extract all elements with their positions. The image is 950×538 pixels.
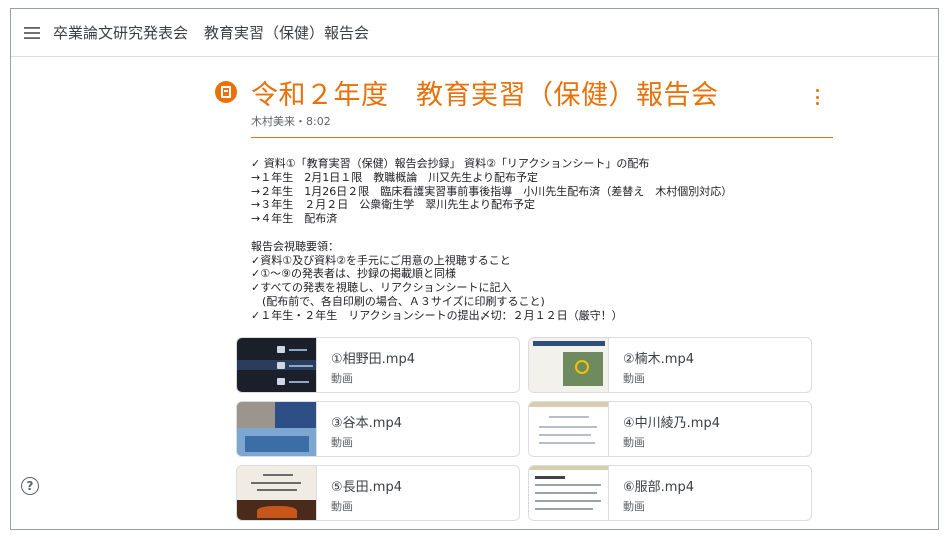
attachment-type: 動画	[623, 372, 645, 385]
video-thumbnail	[529, 402, 609, 456]
attachment-card[interactable]: ⑥服部.mp4 動画	[528, 465, 812, 521]
top-app-bar: 卒業論文研究発表会 教育実習（保健）報告会	[11, 9, 938, 57]
attachment-name: ⑥服部.mp4	[623, 480, 694, 495]
attachment-type: 動画	[331, 436, 353, 449]
attachment-card[interactable]: ④中川綾乃.mp4 動画	[528, 401, 812, 457]
attachment-type: 動画	[623, 500, 645, 513]
material-icon	[215, 81, 237, 103]
title-divider	[251, 137, 833, 138]
attachment-name: ②楠木.mp4	[623, 352, 694, 367]
post-body: ✓ 資料①「教育実習（保健）報告会抄録」 資料②「リアクションシート」の配布 →…	[251, 157, 733, 322]
attachment-card[interactable]: ③谷本.mp4 動画	[236, 401, 520, 457]
video-thumbnail	[237, 466, 317, 520]
attachment-name: ④中川綾乃.mp4	[623, 416, 720, 431]
attachment-grid: ①相野田.mp4 動画 ②楠木.mp4 動画 ③谷本.mp4 動画 ④中川綾乃.…	[236, 337, 812, 521]
attachment-card[interactable]: ②楠木.mp4 動画	[528, 337, 812, 393]
video-thumbnail	[237, 402, 317, 456]
attachment-type: 動画	[623, 436, 645, 449]
attachment-card[interactable]: ⑤長田.mp4 動画	[236, 465, 520, 521]
more-vert-icon[interactable]	[814, 89, 820, 105]
video-thumbnail	[529, 338, 609, 392]
breadcrumb-class[interactable]: 卒業論文研究発表会	[53, 22, 188, 43]
attachment-card[interactable]: ①相野田.mp4 動画	[236, 337, 520, 393]
attachment-name: ③谷本.mp4	[331, 416, 402, 431]
video-thumbnail	[529, 466, 609, 520]
attachment-name: ①相野田.mp4	[331, 352, 415, 367]
attachment-type: 動画	[331, 500, 353, 513]
attachment-name: ⑤長田.mp4	[331, 480, 402, 495]
attachment-type: 動画	[331, 372, 353, 385]
main-menu-button[interactable]	[11, 9, 53, 57]
video-thumbnail	[237, 338, 317, 392]
post-author-time: 木村美来・8:02	[251, 115, 331, 128]
breadcrumb-page: 教育実習（保健）報告会	[204, 24, 370, 42]
post-title: 令和２年度 教育実習（保健）報告会	[251, 80, 719, 111]
help-icon[interactable]: ?	[21, 477, 39, 495]
hamburger-menu-icon	[24, 26, 40, 39]
